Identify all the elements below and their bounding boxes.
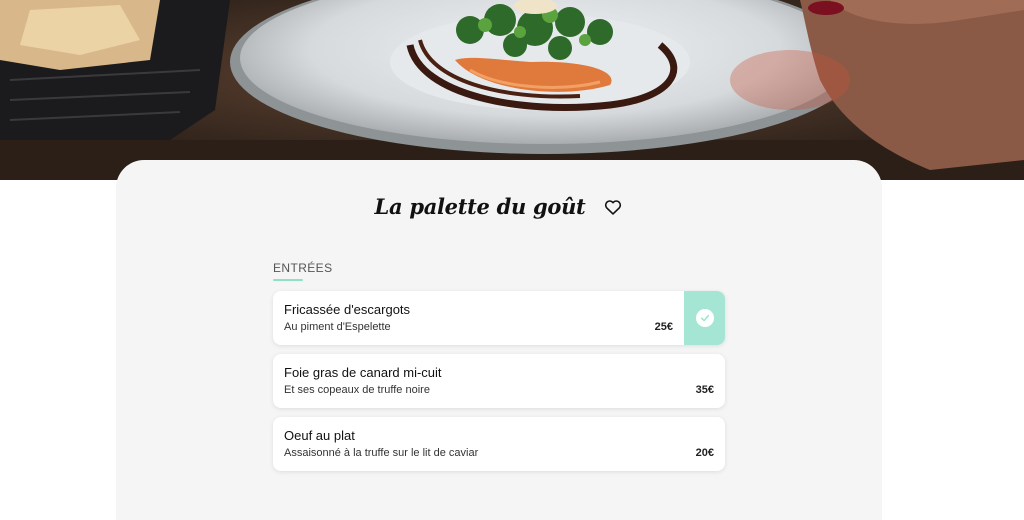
section-label: ENTRÉES bbox=[273, 261, 333, 275]
menu-item-name: Fricassée d'escargots bbox=[284, 302, 411, 317]
title-row: La palette du goût bbox=[116, 194, 882, 219]
restaurant-title: La palette du goût bbox=[374, 194, 586, 219]
selected-indicator[interactable] bbox=[684, 291, 725, 345]
menu-item-price: 25€ bbox=[654, 321, 673, 333]
hero-image bbox=[0, 0, 1024, 180]
menu-card: La palette du goût ENTRÉES Fricassée d'e… bbox=[116, 160, 882, 520]
menu-item[interactable]: Oeuf au plat Assaisonné à la truffe sur … bbox=[273, 417, 725, 471]
menu-item-name: Oeuf au plat bbox=[284, 428, 355, 443]
hero-photo bbox=[0, 0, 1024, 180]
heart-icon[interactable] bbox=[603, 197, 623, 217]
menu-item-name: Foie gras de canard mi-cuit bbox=[284, 365, 442, 380]
check-icon bbox=[695, 309, 714, 327]
menu-item-description: Assaisonné à la truffe sur le lit de cav… bbox=[284, 447, 479, 459]
menu-item-price: 20€ bbox=[695, 447, 714, 459]
menu-item-price: 35€ bbox=[695, 384, 714, 396]
menu-item[interactable]: Foie gras de canard mi-cuit Et ses copea… bbox=[273, 354, 725, 408]
menu-item-description: Au piment d'Espelette bbox=[284, 321, 391, 333]
menu-item-description: Et ses copeaux de truffe noire bbox=[284, 384, 430, 396]
section-underline bbox=[273, 279, 303, 281]
menu-item[interactable]: Fricassée d'escargots Au piment d'Espele… bbox=[273, 291, 725, 345]
menu-items-list: Fricassée d'escargots Au piment d'Espele… bbox=[273, 291, 725, 480]
